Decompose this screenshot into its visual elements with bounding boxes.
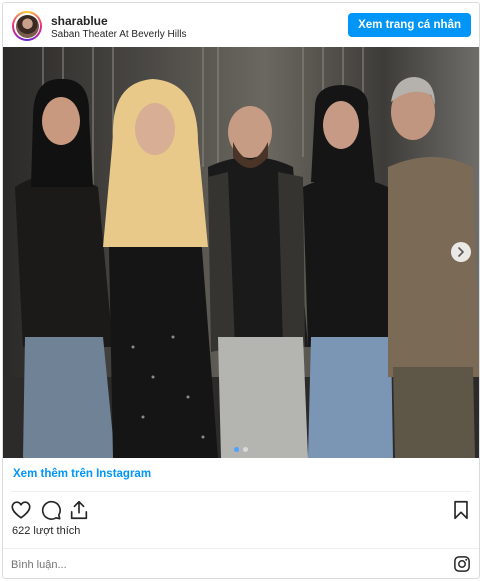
view-more-on-instagram-link[interactable]: Xem thêm trên Instagram bbox=[13, 468, 151, 480]
post-header: sharablue Saban Theater At Beverly Hills… bbox=[3, 3, 479, 47]
next-slide-button[interactable] bbox=[451, 242, 471, 262]
carousel-dot-2 bbox=[243, 447, 248, 452]
heart-icon[interactable] bbox=[10, 499, 32, 521]
post-photo[interactable] bbox=[3, 47, 479, 458]
share-icon[interactable] bbox=[68, 499, 90, 521]
carousel-dot-1 bbox=[234, 447, 239, 452]
chevron-right-icon bbox=[458, 247, 464, 257]
comment-input[interactable] bbox=[11, 555, 391, 575]
bookmark-icon[interactable] bbox=[450, 499, 472, 521]
comment-bar bbox=[3, 548, 479, 580]
view-profile-button[interactable]: Xem trang cá nhân bbox=[348, 13, 471, 37]
location[interactable]: Saban Theater At Beverly Hills bbox=[51, 29, 186, 40]
like-count[interactable]: 622 lượt thích bbox=[12, 525, 80, 537]
action-bar bbox=[3, 497, 479, 525]
avatar-image bbox=[15, 14, 39, 38]
group-photo-image bbox=[3, 47, 479, 458]
avatar[interactable] bbox=[12, 11, 42, 41]
instagram-embed-card: sharablue Saban Theater At Beverly Hills… bbox=[2, 2, 480, 579]
username[interactable]: sharablue bbox=[51, 14, 108, 28]
divider bbox=[11, 491, 471, 492]
carousel-indicator bbox=[3, 447, 479, 452]
instagram-icon[interactable] bbox=[453, 555, 471, 573]
comment-icon[interactable] bbox=[40, 499, 62, 521]
